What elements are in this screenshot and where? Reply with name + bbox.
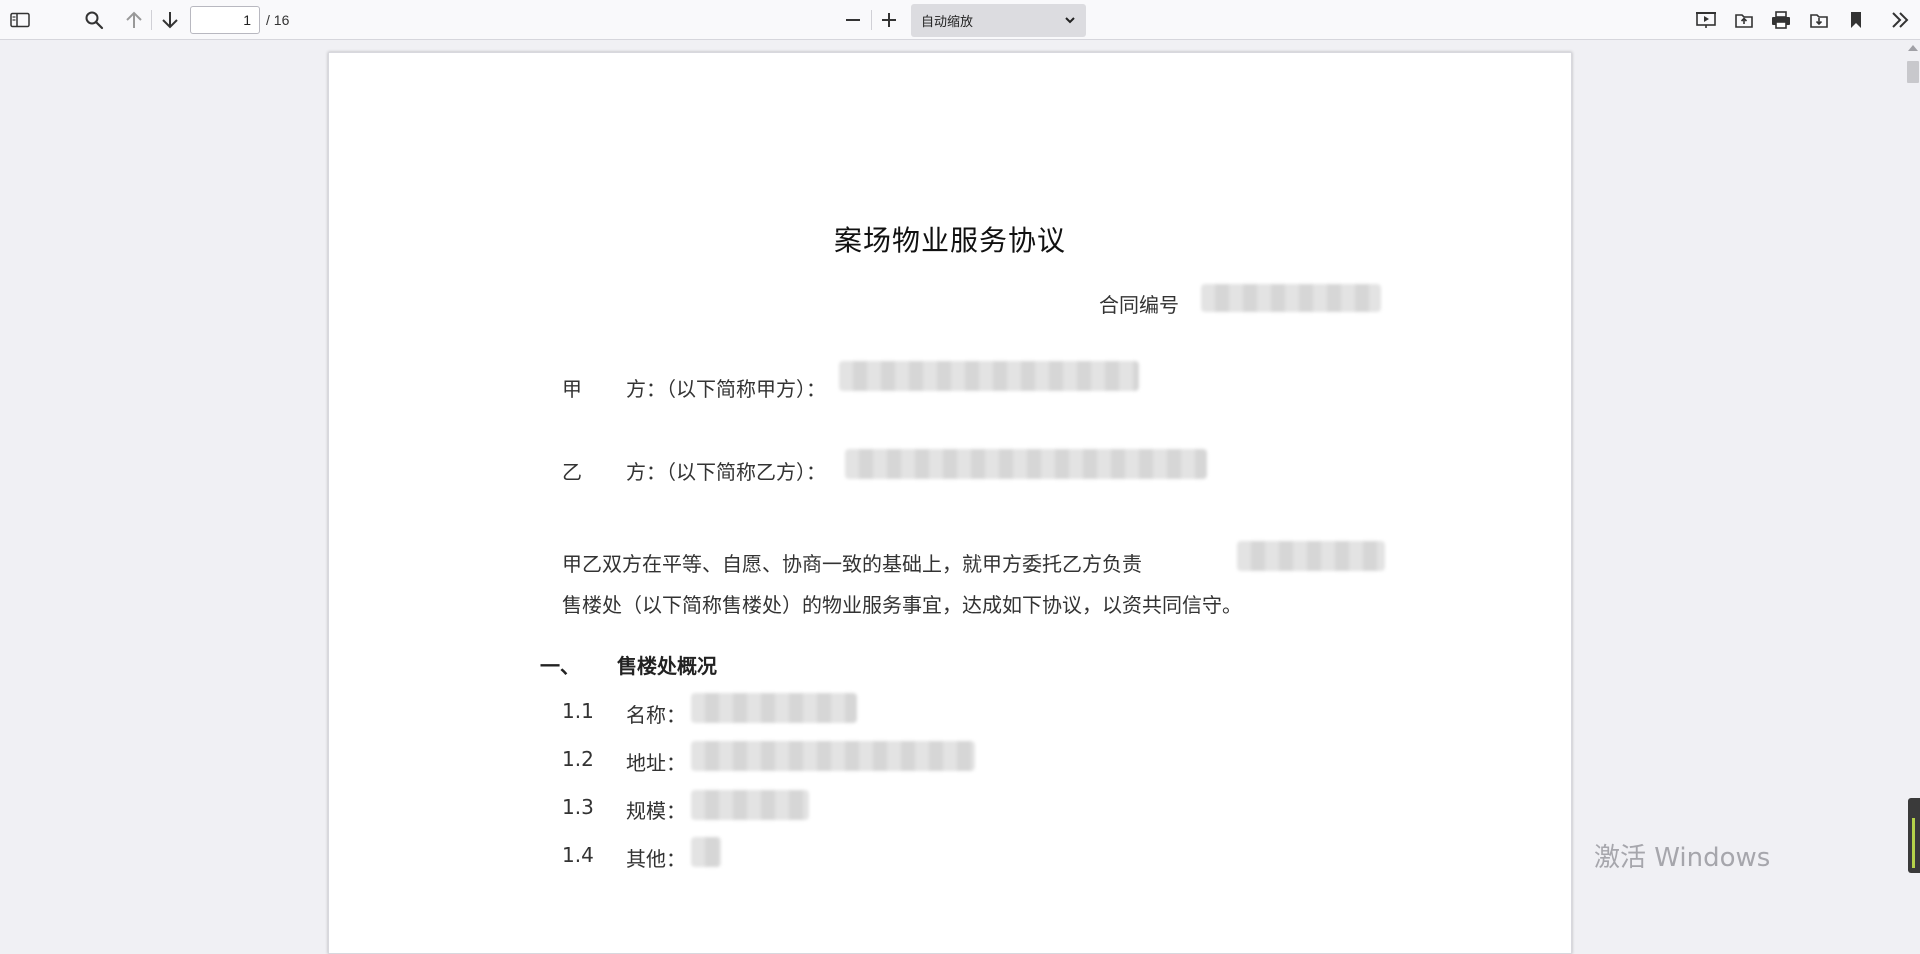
zoom-in-button[interactable] [875,6,903,34]
document-title: 案场物业服务协议 [833,224,1066,257]
party-a-char: 甲 [562,377,582,401]
scroll-up-arrow-icon[interactable] [1908,45,1918,51]
intro-paragraph-line1: 甲乙双方在平等、自愿、协商一致的基础上，就甲方委托乙方负责 [562,552,1142,576]
item-1-1-number: 1.1 [562,699,594,723]
sidebar-toggle-icon [10,12,30,28]
zoom-out-button[interactable] [839,6,867,34]
open-file-icon [1735,14,1753,28]
zoom-select-value: 自动缩放 [921,15,974,30]
zoom-select[interactable]: 自动缩放 [911,4,1086,37]
pdf-toolbar: / 16 自动缩放 [0,0,1920,40]
item-1-1-label: 名称： [626,703,686,727]
bookmark-button[interactable] [1842,6,1870,34]
redacted-party-a [839,361,1139,391]
section-1-title: 售楼处概况 [617,654,717,678]
arrow-up-icon [126,11,142,28]
redacted-scale [691,790,809,820]
redacted-contract-number [1201,284,1381,312]
double-chevron-right-icon [1892,12,1909,28]
redacted-project-name [1237,541,1385,571]
redacted-name [691,693,857,723]
print-icon [1772,11,1790,29]
page-total-label: / 16 [266,12,290,28]
redacted-address [691,741,975,771]
tools-menu-button[interactable] [1886,6,1914,34]
section-1-number: 一、 [540,654,580,678]
plus-icon [882,13,896,27]
item-1-3-label: 规模： [626,799,686,823]
pdf-page: 案场物业服务协议 合同编号 甲 方：（以下简称甲方）： 乙 方：（以下简称乙方）… [328,52,1572,954]
windows-activation-watermark: 激活 Windows [1594,843,1771,873]
download-icon [1810,14,1828,28]
party-b-label: 方：（以下简称乙方）： [626,460,826,484]
item-1-4-number: 1.4 [562,843,594,867]
party-b-char: 乙 [562,460,582,484]
vertical-scrollbar[interactable] [1904,41,1920,873]
redacted-other [691,837,721,867]
open-file-button[interactable] [1730,6,1758,34]
sidebar-toggle-button[interactable] [6,6,34,34]
item-1-4-label: 其他： [626,847,686,871]
side-meter-widget [1908,798,1920,873]
scrollbar-thumb[interactable] [1907,61,1919,83]
print-button[interactable] [1767,6,1795,34]
bookmark-icon [1851,12,1861,28]
item-1-2-label: 地址： [626,751,686,775]
chevron-down-icon [1065,17,1075,24]
pdf-viewer-container[interactable]: 案场物业服务协议 合同编号 甲 方：（以下简称甲方）： 乙 方：（以下简称乙方）… [0,41,1920,954]
item-1-2-number: 1.2 [562,747,594,771]
download-button[interactable] [1805,6,1833,34]
toolbar-separator [151,10,152,30]
search-button[interactable] [80,6,108,34]
previous-page-button[interactable] [120,6,148,34]
intro-paragraph-line2: 售楼处（以下简称售楼处）的物业服务事宜，达成如下协议，以资共同信守。 [562,593,1242,617]
toolbar-separator [871,10,872,30]
search-icon [85,11,104,30]
item-1-3-number: 1.3 [562,795,594,819]
next-page-button[interactable] [156,6,184,34]
redacted-party-b [845,449,1207,479]
minus-icon [846,19,860,21]
presentation-mode-button[interactable] [1692,6,1720,34]
arrow-down-icon [162,12,178,29]
contract-number-label: 合同编号 [1099,293,1179,317]
party-a-label: 方：（以下简称甲方）： [626,377,826,401]
page-number-input[interactable] [190,6,260,34]
presentation-icon [1696,12,1716,28]
